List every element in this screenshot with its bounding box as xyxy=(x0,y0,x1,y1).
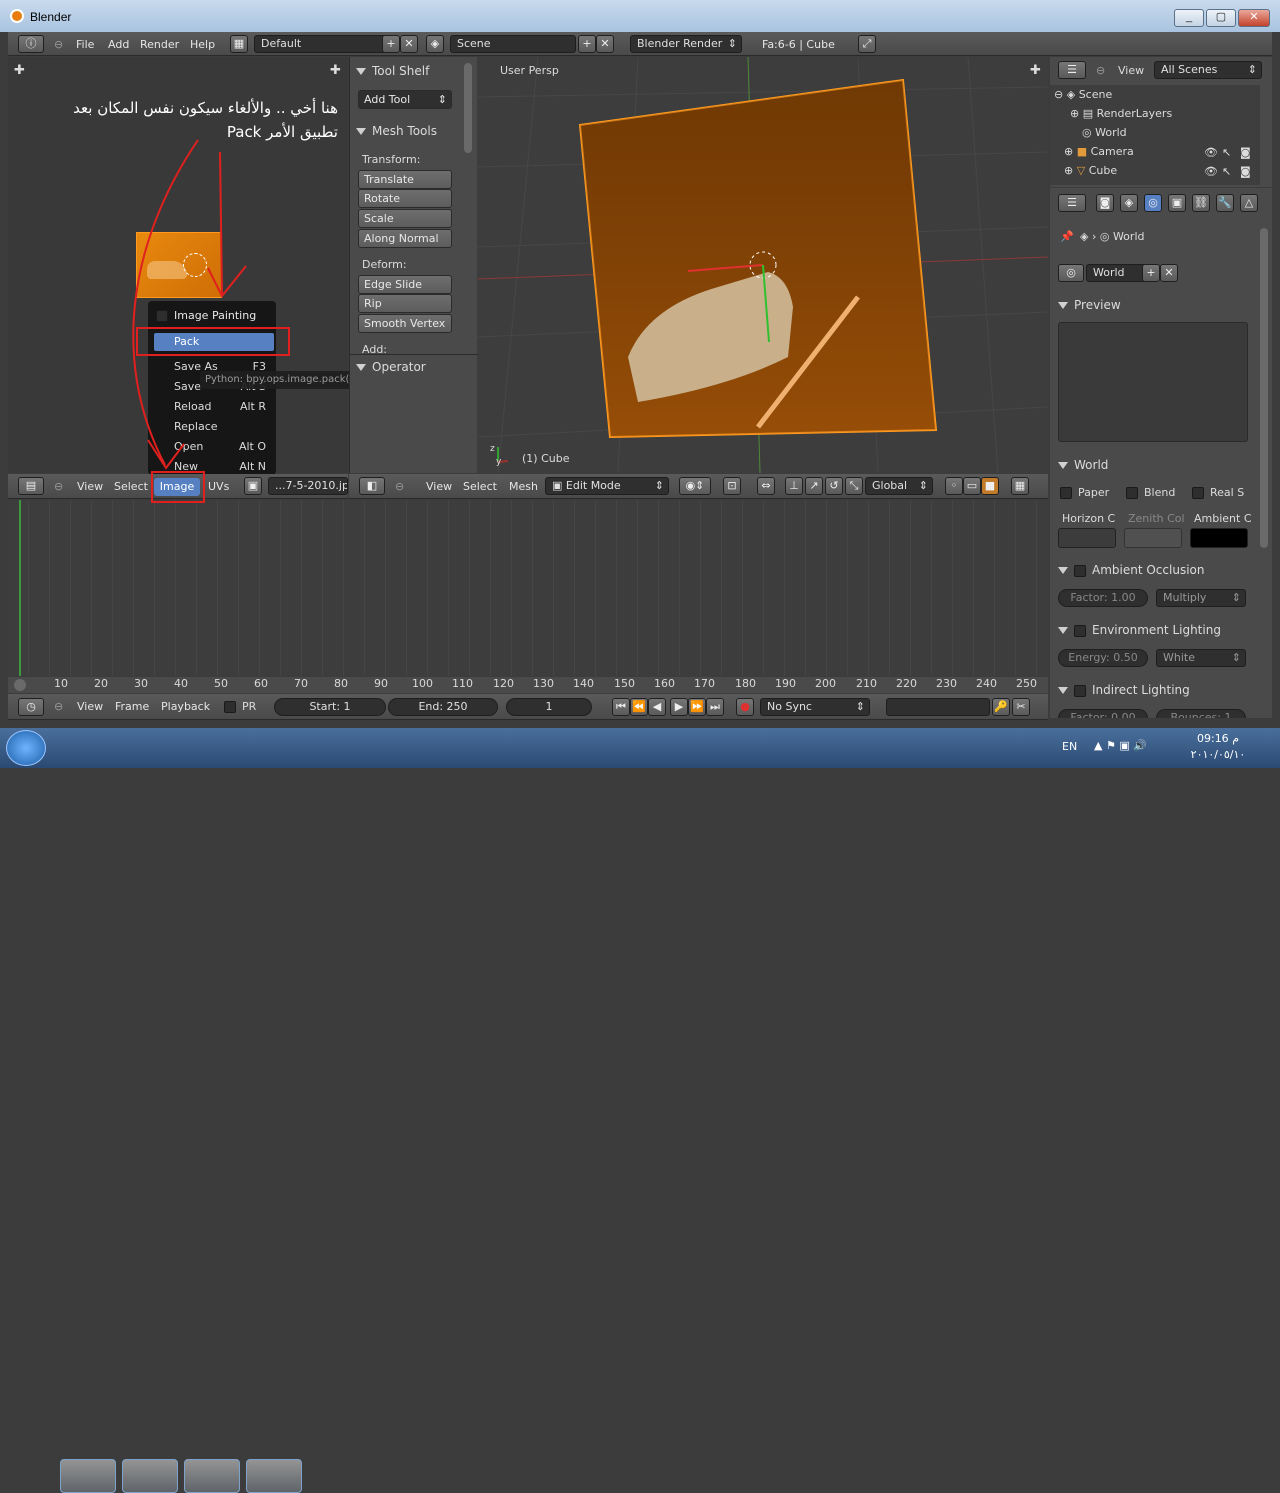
clock-date[interactable]: ٢٠١٠/٠٥/١٠ xyxy=(1186,748,1250,761)
start-button[interactable] xyxy=(6,730,46,766)
arrowhead-icon xyxy=(207,265,247,298)
arrow-to-image-menu xyxy=(132,139,199,466)
blender-task-icon[interactable] xyxy=(246,1459,302,1493)
language-indicator[interactable]: EN xyxy=(1062,740,1077,753)
blender-task-icon[interactable] xyxy=(184,1459,240,1493)
internet-explorer-icon[interactable] xyxy=(60,1459,116,1493)
image-menu-highlight-box xyxy=(151,471,205,503)
pack-highlight-box xyxy=(136,327,290,356)
taskbar: EN ▲ ⚑ ▣ 🔊 09:16 م ٢٠١٠/٠٥/١٠ xyxy=(0,728,1280,1493)
arrowhead-icon xyxy=(147,439,185,470)
arrow-to-thumbnail xyxy=(219,151,223,296)
clock-time[interactable]: 09:16 م xyxy=(1186,732,1250,745)
file-explorer-icon[interactable] xyxy=(122,1459,178,1493)
annotation-overlay xyxy=(132,139,290,503)
tray-icons[interactable]: ▲ ⚑ ▣ 🔊 xyxy=(1094,739,1147,752)
